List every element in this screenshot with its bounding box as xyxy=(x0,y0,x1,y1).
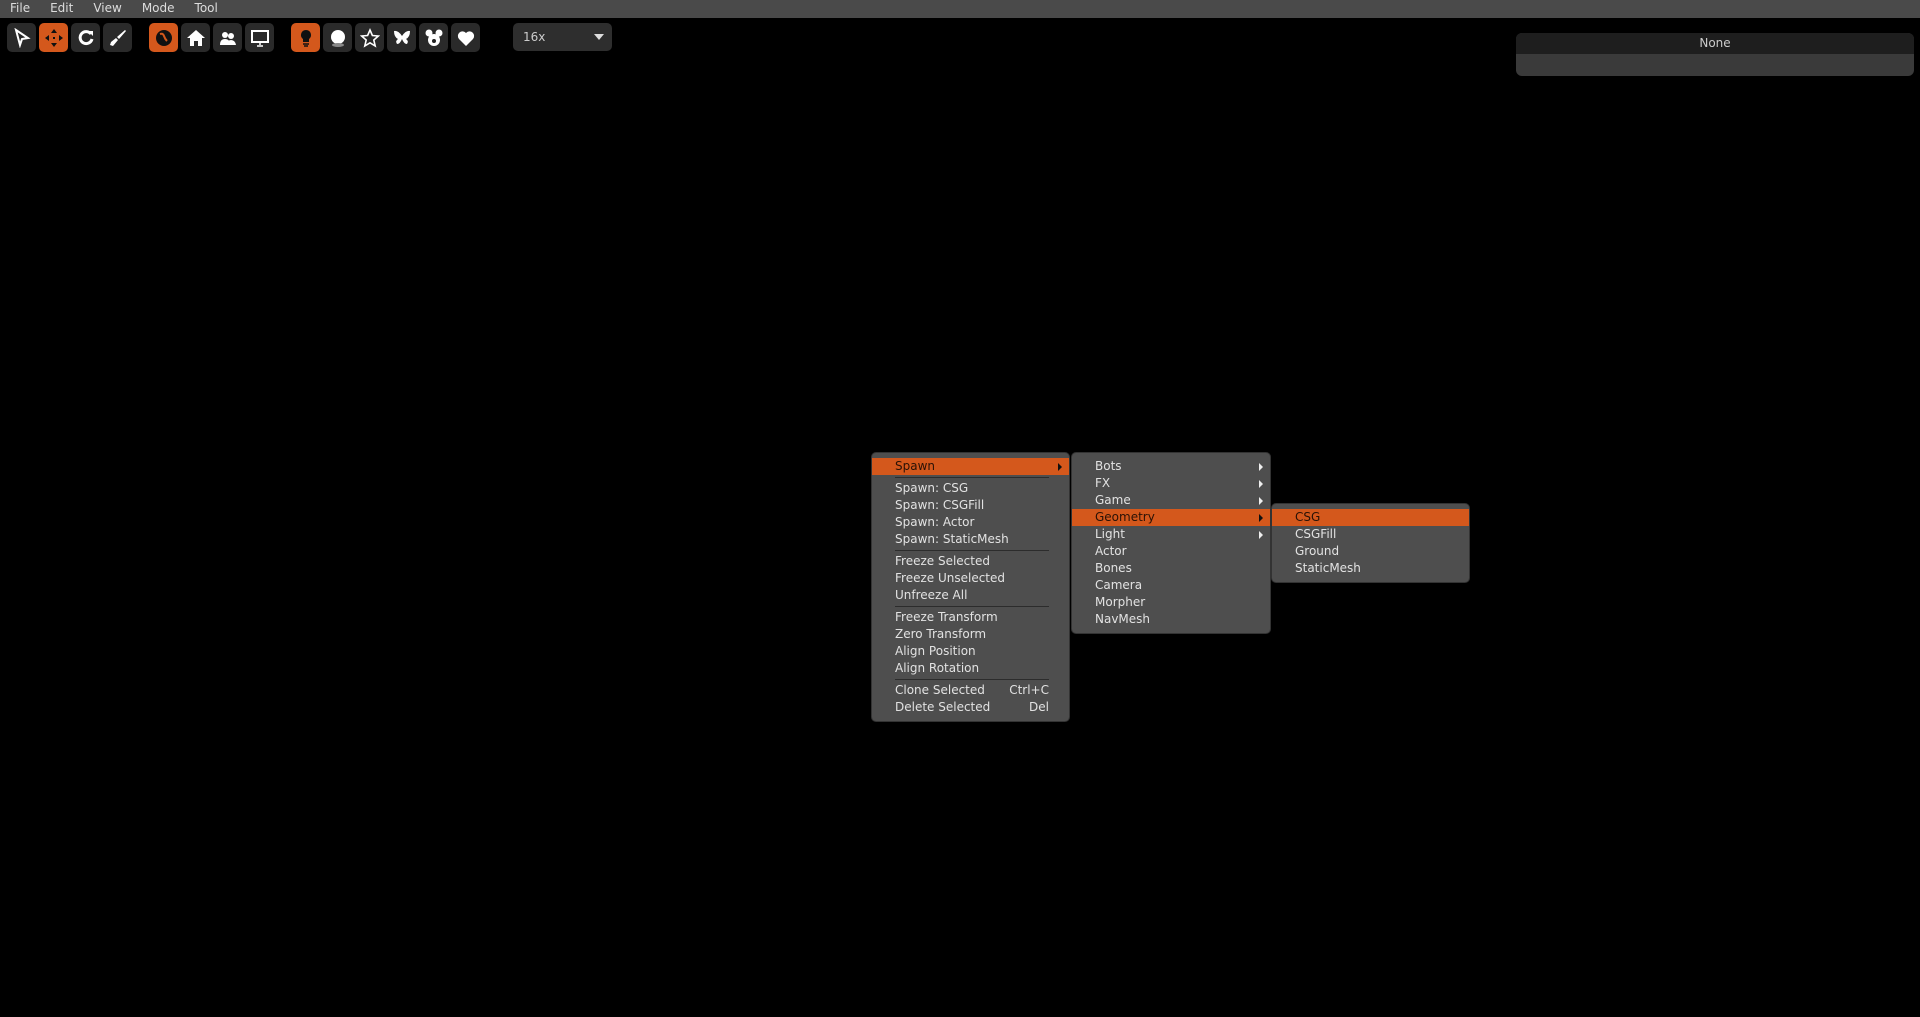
rotate-icon xyxy=(78,29,93,45)
geometry-item-csg[interactable]: CSG xyxy=(1272,509,1469,526)
menu-item-delete-selected[interactable]: Delete Selected Del xyxy=(872,699,1069,716)
menu-file[interactable]: File xyxy=(0,0,40,18)
monitor-icon xyxy=(250,29,269,47)
submenu-item-game[interactable]: Game xyxy=(1072,492,1270,509)
menu-item-label: FX xyxy=(1095,476,1111,490)
rotate-tool-button[interactable] xyxy=(71,23,100,52)
favorite-button[interactable] xyxy=(355,23,384,52)
sphere-button[interactable] xyxy=(323,23,352,52)
menu-separator xyxy=(895,477,1049,478)
menu-separator xyxy=(895,550,1049,551)
geometry-item-ground[interactable]: Ground xyxy=(1272,543,1469,560)
menu-item-unfreeze-all[interactable]: Unfreeze All xyxy=(872,587,1069,604)
character-button[interactable] xyxy=(419,23,448,52)
paint-tool-button[interactable] xyxy=(103,23,132,52)
display-button[interactable] xyxy=(245,23,274,52)
submenu-item-geometry[interactable]: Geometry xyxy=(1072,509,1270,526)
submenu-item-bones[interactable]: Bones xyxy=(1072,560,1270,577)
menu-mode[interactable]: Mode xyxy=(132,0,185,18)
menu-edit[interactable]: Edit xyxy=(40,0,83,18)
lightbulb-icon xyxy=(300,29,311,47)
menu-item-spawn-actor[interactable]: Spawn: Actor xyxy=(872,514,1069,531)
menu-item-label: Game xyxy=(1095,493,1131,507)
context-menu: Spawn Spawn: CSG Spawn: CSGFill Spawn: A… xyxy=(871,452,1070,722)
menu-item-freeze-unselected[interactable]: Freeze Unselected xyxy=(872,570,1069,587)
menu-item-zero-transform[interactable]: Zero Transform xyxy=(872,626,1069,643)
submenu-item-navmesh[interactable]: NavMesh xyxy=(1072,611,1270,628)
butterfly-button[interactable] xyxy=(387,23,416,52)
shortcut-label: Del xyxy=(1029,700,1049,714)
submenu-item-light[interactable]: Light xyxy=(1072,526,1270,543)
menu-item-align-position[interactable]: Align Position xyxy=(872,643,1069,660)
menu-item-label: Geometry xyxy=(1095,510,1155,524)
mouse-head-icon xyxy=(425,29,442,46)
star-icon xyxy=(359,27,380,48)
heart-button[interactable] xyxy=(451,23,480,52)
move-arrows-icon xyxy=(44,28,63,47)
menu-item-clone-selected[interactable]: Clone Selected Ctrl+C xyxy=(872,682,1069,699)
selection-panel: None xyxy=(1516,33,1914,76)
select-tool-button[interactable] xyxy=(7,23,36,52)
light-button[interactable] xyxy=(291,23,320,52)
menu-item-freeze-selected[interactable]: Freeze Selected xyxy=(872,553,1069,570)
menu-item-label: Delete Selected xyxy=(895,700,991,714)
submenu-item-fx[interactable]: FX xyxy=(1072,475,1270,492)
world-button[interactable] xyxy=(149,23,178,52)
menu-separator xyxy=(895,679,1049,680)
cursor-icon xyxy=(13,27,31,48)
geometry-item-staticmesh[interactable]: StaticMesh xyxy=(1272,560,1469,577)
menu-item-freeze-transform[interactable]: Freeze Transform xyxy=(872,609,1069,626)
submenu-arrow-icon xyxy=(1259,463,1263,471)
sphere-icon xyxy=(330,29,345,47)
geometry-submenu: CSG CSGFill Ground StaticMesh xyxy=(1271,503,1470,583)
menu-view[interactable]: View xyxy=(83,0,131,18)
submenu-item-actor[interactable]: Actor xyxy=(1072,543,1270,560)
shortcut-label: Ctrl+C xyxy=(1009,683,1049,697)
submenu-arrow-icon xyxy=(1259,531,1263,539)
menu-item-label: Spawn xyxy=(895,459,936,473)
heart-icon xyxy=(457,30,474,46)
butterfly-icon xyxy=(393,30,410,44)
users-button[interactable] xyxy=(213,23,242,52)
home-icon xyxy=(186,29,205,46)
submenu-arrow-icon xyxy=(1259,497,1263,505)
menu-item-spawn[interactable]: Spawn xyxy=(872,458,1069,475)
geometry-item-csgfill[interactable]: CSGFill xyxy=(1272,526,1469,543)
menu-separator xyxy=(895,606,1049,607)
submenu-item-morpher[interactable]: Morpher xyxy=(1072,594,1270,611)
menu-item-label: Bots xyxy=(1095,459,1122,473)
menu-item-spawn-staticmesh[interactable]: Spawn: StaticMesh xyxy=(872,531,1069,548)
globe-icon xyxy=(155,29,172,46)
panel-title: None xyxy=(1516,33,1914,54)
spawn-submenu: Bots FX Game Geometry Light Actor Bones … xyxy=(1071,452,1271,634)
users-icon xyxy=(219,31,236,45)
submenu-arrow-icon xyxy=(1259,480,1263,488)
submenu-item-bots[interactable]: Bots xyxy=(1072,458,1270,475)
zoom-level-dropdown[interactable]: 16x xyxy=(513,23,612,51)
chevron-down-icon xyxy=(594,34,604,40)
home-button[interactable] xyxy=(181,23,210,52)
brush-icon xyxy=(109,29,126,46)
menu-bar: File Edit View Mode Tool xyxy=(0,0,1920,18)
move-tool-button[interactable] xyxy=(39,23,68,52)
menu-tool[interactable]: Tool xyxy=(185,0,228,18)
submenu-arrow-icon xyxy=(1259,514,1263,522)
submenu-item-camera[interactable]: Camera xyxy=(1072,577,1270,594)
menu-item-spawn-csg[interactable]: Spawn: CSG xyxy=(872,480,1069,497)
menu-item-align-rotation[interactable]: Align Rotation xyxy=(872,660,1069,677)
zoom-level-value: 16x xyxy=(523,30,546,44)
menu-item-label: Light xyxy=(1095,527,1125,541)
menu-item-label: Clone Selected xyxy=(895,683,985,697)
submenu-arrow-icon xyxy=(1058,463,1062,471)
menu-item-spawn-csgfill[interactable]: Spawn: CSGFill xyxy=(872,497,1069,514)
